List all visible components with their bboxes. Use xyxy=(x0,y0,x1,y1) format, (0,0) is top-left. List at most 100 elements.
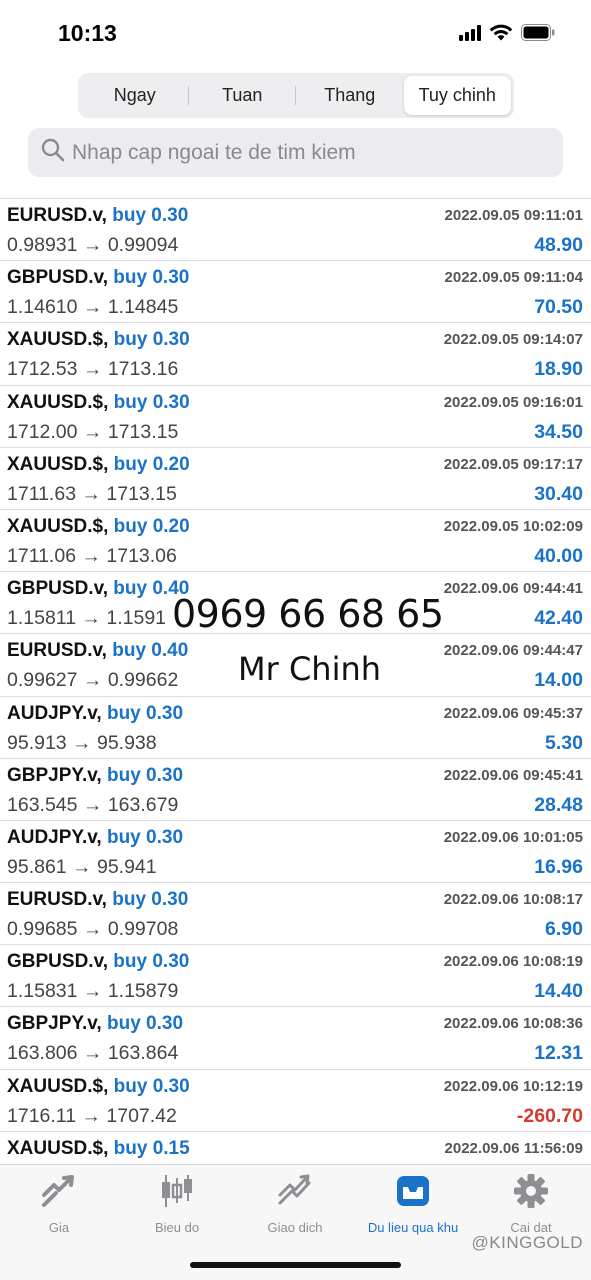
trade-symbol: EURUSD.v, xyxy=(7,640,107,662)
trade-time: 2022.09.06 09:45:37 xyxy=(443,704,583,722)
trade-symbol-line: AUDJPY.v, buy 0.30 xyxy=(7,827,183,849)
trade-time: 2022.09.06 10:01:05 xyxy=(443,828,583,846)
trade-time: 2022.09.06 10:08:19 xyxy=(443,953,583,971)
trade-prices: 1712.00 → 1713.15 xyxy=(7,420,179,443)
trade-prices: 163.545 → 163.679 xyxy=(7,793,179,816)
trade-icon xyxy=(276,1173,314,1214)
trade-prices: 0.99627 → 0.99662 xyxy=(7,669,179,692)
trade-side: buy 0.30 xyxy=(106,764,184,786)
tab-label: Giao dich xyxy=(267,1220,323,1235)
trade-symbol-line: GBPJPY.v, buy 0.30 xyxy=(7,765,183,787)
trade-row[interactable]: AUDJPY.v, buy 0.30 95.861 → 95.941 2022.09… xyxy=(0,821,591,884)
trade-profit: 42.40 xyxy=(534,607,583,630)
trade-profit: 12.31 xyxy=(534,1042,583,1065)
trade-profit: 48.90 xyxy=(534,234,583,256)
trade-row[interactable]: GBPUSD.v, buy 0.30 1.15831 → 1.15879 2022.… xyxy=(0,945,591,1008)
trade-side: buy 0.30 xyxy=(106,1013,184,1035)
trade-side: buy 0.30 xyxy=(113,391,190,413)
trade-prices: 1711.06 → 1713.06 xyxy=(7,544,177,567)
gear-icon xyxy=(512,1173,550,1214)
footer-watermark: @KINGGOLD xyxy=(471,1233,583,1252)
watermark-name: Mr Chinh xyxy=(238,650,382,688)
cellular-signal-icon xyxy=(459,24,481,41)
tab-bieu-do[interactable]: Bieu do xyxy=(118,1173,236,1235)
trade-symbol-line: XAUUSD.$, buy 0.30 xyxy=(7,329,190,351)
trade-side: buy 0.20 xyxy=(113,453,190,475)
trade-side: buy 0.30 xyxy=(113,1075,190,1097)
trade-time: 2022.09.05 09:17:17 xyxy=(443,455,583,473)
trade-row[interactable]: GBPUSD.v, buy 0.30 1.14610 → 1.14845 2022.… xyxy=(0,261,591,324)
segment-tuy-chinh[interactable]: Tuy chinh xyxy=(403,76,511,115)
search-bar[interactable] xyxy=(28,128,563,177)
trade-symbol: GBPUSD.v, xyxy=(7,267,109,289)
trade-time: 2022.09.05 09:11:01 xyxy=(444,207,583,224)
trade-symbol: XAUUSD.$, xyxy=(7,329,109,351)
trade-row[interactable]: XAUUSD.$, buy 0.20 1711.06 → 1713.06 2022.… xyxy=(0,510,591,573)
trade-side: buy 0.40 xyxy=(112,640,189,662)
trade-prices: 1.15831 → 1.15879 xyxy=(7,980,179,1003)
trade-symbol: AUDJPY.v, xyxy=(7,826,102,848)
status-icons xyxy=(459,24,555,41)
battery-icon xyxy=(521,24,555,41)
trade-symbol-line: XAUUSD.$, buy 0.20 xyxy=(7,516,190,538)
trade-time: 2022.09.05 09:16:01 xyxy=(443,393,583,411)
trade-row[interactable]: XAUUSD.$, buy 0.30 1712.53 → 1713.16 2022.… xyxy=(0,323,591,386)
quotes-icon xyxy=(40,1173,78,1214)
trade-side: buy 0.30 xyxy=(112,889,189,911)
watermark-phone: 0969 66 68 65 xyxy=(172,592,444,636)
tab-du-lieu-qua-khu[interactable]: Du lieu qua khu xyxy=(354,1173,472,1235)
trade-profit: 30.40 xyxy=(534,482,583,505)
tab-label: Gia xyxy=(48,1220,70,1235)
trade-side: buy 0.30 xyxy=(106,826,184,848)
tab-giao-dich[interactable]: Giao dich xyxy=(236,1173,354,1235)
trade-time: 2022.09.06 09:44:47 xyxy=(443,642,583,660)
trade-symbol-line: GBPUSD.v, buy 0.30 xyxy=(7,267,189,289)
trade-profit: 14.00 xyxy=(534,669,583,692)
trade-prices: 95.861 → 95.941 xyxy=(7,855,157,878)
trade-row[interactable]: XAUUSD.$, buy 0.30 1716.11 → 1707.42 2022.… xyxy=(0,1070,591,1132)
tab-gia[interactable]: Gia xyxy=(0,1173,118,1235)
trade-row[interactable]: XAUUSD.$, buy 0.30 1712.00 → 1713.15 2022.… xyxy=(0,386,591,448)
tab-cai-dat[interactable]: Cai dat xyxy=(472,1173,590,1235)
trade-profit: 34.50 xyxy=(534,420,583,443)
trade-profit: 70.50 xyxy=(534,296,583,319)
trade-prices: 1712.53 → 1713.16 xyxy=(7,358,179,381)
trade-symbol: EURUSD.v, xyxy=(7,889,107,911)
segment-thang[interactable]: Thang xyxy=(296,76,404,115)
trade-row[interactable]: AUDJPY.v, buy 0.30 95.913 → 95.938 2022.09… xyxy=(0,697,591,759)
trade-symbol: GBPJPY.v, xyxy=(7,764,102,786)
tab-label: Du lieu qua khu xyxy=(367,1220,459,1235)
segment-tuan[interactable]: Tuan xyxy=(189,76,297,115)
status-time: 10:13 xyxy=(58,20,117,46)
trade-prices: 163.806 → 163.864 xyxy=(7,1042,179,1065)
tab-label: Bieu do xyxy=(154,1220,200,1235)
trade-symbol-line: XAUUSD.$, buy 0.15 xyxy=(7,1138,190,1160)
trade-symbol: GBPUSD.v, xyxy=(7,951,109,973)
trade-time: 2022.09.05 09:11:04 xyxy=(444,269,583,287)
trade-time: 2022.09.05 10:02:09 xyxy=(443,517,583,535)
trade-profit: 18.90 xyxy=(534,358,583,381)
trade-symbol: EURUSD.v, xyxy=(7,205,107,226)
trade-symbol-line: XAUUSD.$, buy 0.30 xyxy=(7,392,190,414)
trade-time: 2022.09.06 09:44:41 xyxy=(443,580,583,598)
trade-symbol: GBPUSD.v, xyxy=(7,578,109,600)
trade-symbol: XAUUSD.$, xyxy=(7,1075,109,1097)
trade-time: 2022.09.06 10:08:36 xyxy=(443,1015,583,1033)
trade-row[interactable]: EURUSD.v, buy 0.30 0.99685 → 0.99708 2022.… xyxy=(0,883,591,946)
trade-row[interactable]: GBPJPY.v, buy 0.30 163.545 → 163.679 2022.… xyxy=(0,759,591,821)
trade-side: buy 0.30 xyxy=(106,702,184,724)
trade-prices: 1711.63 → 1713.15 xyxy=(7,482,177,505)
period-segmented-control: Ngay Tuan Thang Tuy chinh xyxy=(78,73,514,118)
trade-symbol-line: GBPJPY.v, buy 0.30 xyxy=(7,1013,183,1035)
segment-ngay[interactable]: Ngay xyxy=(81,76,189,115)
trade-symbol-line: EURUSD.v, buy 0.40 xyxy=(7,640,188,662)
trade-side: buy 0.15 xyxy=(113,1137,190,1159)
trade-prices: 0.99685 → 0.99708 xyxy=(7,918,179,941)
status-bar: 10:13 xyxy=(0,0,591,62)
trade-row[interactable]: XAUUSD.$, buy 0.20 1711.63 → 1713.15 2022.… xyxy=(0,448,591,510)
trade-time: 2022.09.06 09:45:41 xyxy=(443,766,583,784)
trade-row[interactable]: EURUSD.v, buy 0.30 0.98931 → 0.99094 2022.… xyxy=(0,199,591,262)
search-input[interactable] xyxy=(72,140,552,165)
trade-time: 2022.09.05 09:14:07 xyxy=(443,331,583,349)
trade-row[interactable]: GBPJPY.v, buy 0.30 163.806 → 163.864 2022.… xyxy=(0,1007,591,1070)
